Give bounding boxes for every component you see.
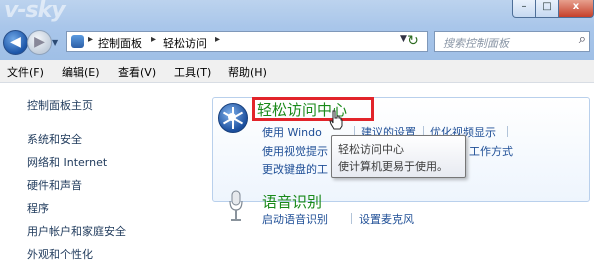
link-change-keyboard[interactable]: 更改键盘的工 (262, 161, 328, 177)
ease-of-access-icon[interactable] (218, 103, 248, 133)
forward-button[interactable]: ▶ (27, 30, 52, 55)
link-set-up-microphone[interactable]: 设置麦克风 (359, 211, 414, 227)
hand-cursor-icon (329, 110, 343, 130)
watermark: v-sky (4, 0, 66, 23)
microphone-icon[interactable] (228, 190, 244, 224)
recent-pages-dropdown[interactable]: ▼ (52, 38, 58, 47)
sidebar-item-user-accounts[interactable]: 用户帐户和家庭安全 (27, 223, 126, 239)
address-bar[interactable]: ▸ 控制面板 ▸ 轻松访问 ▸ ▼ (66, 31, 428, 52)
menu-tools[interactable]: 工具(T) (174, 64, 211, 80)
sidebar-item-system-security[interactable]: 系统和安全 (27, 131, 82, 147)
sidebar-item-programs[interactable]: 程序 (27, 200, 49, 216)
minimize-icon: – (521, 1, 527, 12)
breadcrumb-control-panel[interactable]: 控制面板 (98, 35, 142, 51)
minimize-button[interactable]: – (512, 0, 536, 18)
breadcrumb-separator[interactable]: ▸ (215, 34, 220, 45)
forward-arrow-icon: ▶ (34, 34, 45, 50)
breadcrumb-ease-of-access[interactable]: 轻松访问 (163, 35, 207, 51)
refresh-button[interactable]: ↻ (402, 32, 424, 51)
tooltip: 轻松访问中心 使计算机更易于使用。 (331, 135, 466, 178)
maximize-icon: □ (542, 1, 552, 12)
menu-bar: 文件(F) 编辑(E) 查看(V) 工具(T) 帮助(H) (0, 60, 594, 83)
search-icon[interactable]: ⌕ (579, 32, 586, 47)
sidebar-item-home[interactable]: 控制面板主页 (27, 97, 93, 113)
control-panel-icon (71, 35, 84, 48)
menu-file[interactable]: 文件(F) (7, 64, 44, 80)
sidebar-item-appearance[interactable]: 外观和个性化 (27, 246, 93, 262)
title-bar: v-sky – □ x ◀ ▶ ▼ ▸ 控制面板 ▸ 轻松访问 ▸ ▼ ↻ 搜索… (0, 0, 594, 60)
search-box[interactable]: 搜索控制面板 ⌕ (434, 31, 590, 52)
breadcrumb-separator[interactable]: ▸ (88, 34, 93, 45)
link-divider (351, 213, 352, 224)
link-how-it-works[interactable]: 工作方式 (469, 143, 513, 159)
link-divider (507, 126, 508, 137)
sidebar-item-network[interactable]: 网络和 Internet (27, 154, 107, 170)
sidebar: 控制面板主页 系统和安全 网络和 Internet 硬件和声音 程序 用户帐户和… (0, 83, 205, 261)
sidebar-item-hardware-sound[interactable]: 硬件和声音 (27, 177, 82, 193)
menu-help[interactable]: 帮助(H) (228, 64, 267, 80)
back-arrow-icon: ◀ (10, 34, 21, 50)
close-button[interactable]: x (558, 0, 594, 18)
menu-edit[interactable]: 编辑(E) (62, 64, 100, 80)
menu-view[interactable]: 查看(V) (118, 64, 156, 80)
tooltip-description: 使计算机更易于使用。 (338, 160, 448, 173)
highlight-box (252, 97, 374, 121)
refresh-icon: ↻ (407, 33, 419, 49)
category-title-speech-recognition[interactable]: 语音识别 (262, 191, 322, 212)
breadcrumb-separator[interactable]: ▸ (151, 34, 156, 45)
tooltip-title: 轻松访问中心 (338, 143, 404, 156)
search-input[interactable]: 搜索控制面板 (443, 35, 509, 51)
link-use-visual-cues[interactable]: 使用视觉提示 (262, 143, 328, 159)
close-icon: x (572, 1, 580, 12)
maximize-button[interactable]: □ (535, 0, 559, 18)
link-use-windows[interactable]: 使用 Windo (262, 124, 322, 140)
link-start-speech-recognition[interactable]: 启动语音识别 (262, 211, 328, 227)
back-button[interactable]: ◀ (3, 30, 28, 55)
